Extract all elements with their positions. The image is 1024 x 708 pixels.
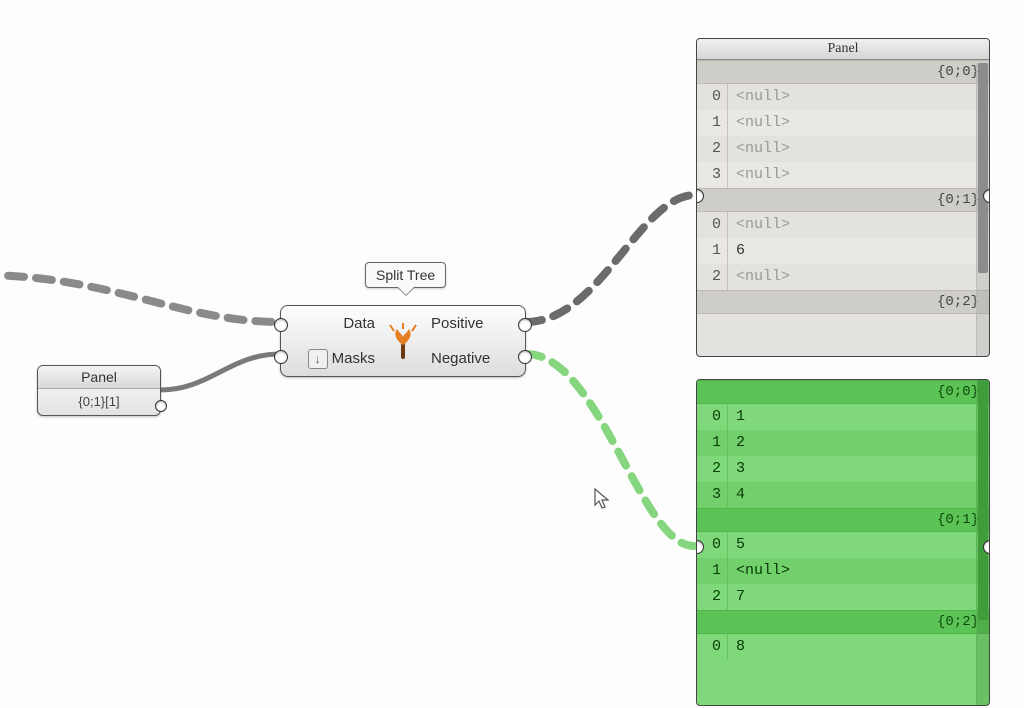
input-grip-masks[interactable] [274, 350, 288, 364]
output-grip-positive[interactable] [518, 318, 532, 332]
row-value: <null> [728, 110, 989, 136]
row-value: 5 [728, 532, 989, 558]
component-tooltip: Split Tree [365, 262, 446, 288]
branch-path: {0;2} [697, 610, 989, 634]
positive-output-panel[interactable]: Panel {0;0}0<null>1<null>2<null>3<null>{… [696, 38, 990, 357]
row-index: 3 [697, 482, 728, 508]
list-item: 0<null> [697, 84, 989, 110]
masks-panel-node[interactable]: Panel {0;1}[1] [37, 365, 161, 416]
row-index: 3 [697, 162, 728, 188]
row-value: 2 [728, 430, 989, 456]
row-value: 3 [728, 456, 989, 482]
branch-path: {0;2} [697, 290, 989, 314]
output-grip[interactable] [155, 400, 167, 412]
list-item: 08 [697, 634, 989, 660]
row-index: 0 [697, 212, 728, 238]
panel-title: Panel [38, 366, 160, 389]
output-label-negative: Negative [431, 345, 507, 373]
input-label-data: Data [299, 310, 375, 338]
row-index: 0 [697, 84, 728, 110]
output-grip-negative[interactable] [518, 350, 532, 364]
row-index: 1 [697, 238, 728, 264]
output-label-positive: Positive [431, 310, 507, 338]
list-item: 05 [697, 532, 989, 558]
panel-title: Panel [697, 39, 989, 60]
row-index: 1 [697, 110, 728, 136]
list-item: 27 [697, 584, 989, 610]
row-value: 8 [728, 634, 989, 660]
row-value: 7 [728, 584, 989, 610]
row-index: 2 [697, 264, 728, 290]
panel-content: {0;0}01122334{0;1}051<null>27{0;2}08 [697, 380, 989, 660]
input-label-masks: ↓Masks [299, 345, 375, 373]
row-value: 4 [728, 482, 989, 508]
list-item: 1<null> [697, 558, 989, 584]
row-index: 1 [697, 430, 728, 456]
input-grip-data[interactable] [274, 318, 288, 332]
row-value: <null> [728, 264, 989, 290]
split-tree-component[interactable]: Data ↓Masks Positive Negative [280, 305, 526, 377]
row-value: <null> [728, 136, 989, 162]
row-index: 2 [697, 584, 728, 610]
row-index: 2 [697, 456, 728, 482]
panel-value: {0;1}[1] [38, 389, 160, 415]
branch-path: {0;1} [697, 508, 989, 532]
list-item: 3<null> [697, 162, 989, 188]
output-grip[interactable] [983, 189, 990, 203]
list-item: 2<null> [697, 264, 989, 290]
list-item: 23 [697, 456, 989, 482]
negative-output-panel[interactable]: {0;0}01122334{0;1}051<null>27{0;2}08 [696, 379, 990, 706]
row-value: <null> [728, 84, 989, 110]
row-index: 0 [697, 404, 728, 430]
row-index: 0 [697, 634, 728, 660]
row-index: 2 [697, 136, 728, 162]
panel-content: {0;0}0<null>1<null>2<null>3<null>{0;1}0<… [697, 60, 989, 314]
list-item: 16 [697, 238, 989, 264]
row-value: <null> [728, 162, 989, 188]
branch-path: {0;0} [697, 380, 989, 404]
row-value: <null> [728, 212, 989, 238]
output-grip[interactable] [983, 540, 990, 554]
list-item: 34 [697, 482, 989, 508]
list-item: 1<null> [697, 110, 989, 136]
row-index: 1 [697, 558, 728, 584]
list-item: 2<null> [697, 136, 989, 162]
flatten-icon: ↓ [308, 349, 328, 369]
scrollbar[interactable] [976, 63, 989, 356]
list-item: 01 [697, 404, 989, 430]
list-item: 0<null> [697, 212, 989, 238]
row-value: <null> [728, 558, 989, 584]
row-value: 6 [728, 238, 989, 264]
tree-icon [385, 323, 421, 359]
row-value: 1 [728, 404, 989, 430]
branch-path: {0;0} [697, 60, 989, 84]
branch-path: {0;1} [697, 188, 989, 212]
cursor-icon [594, 488, 612, 515]
list-item: 12 [697, 430, 989, 456]
